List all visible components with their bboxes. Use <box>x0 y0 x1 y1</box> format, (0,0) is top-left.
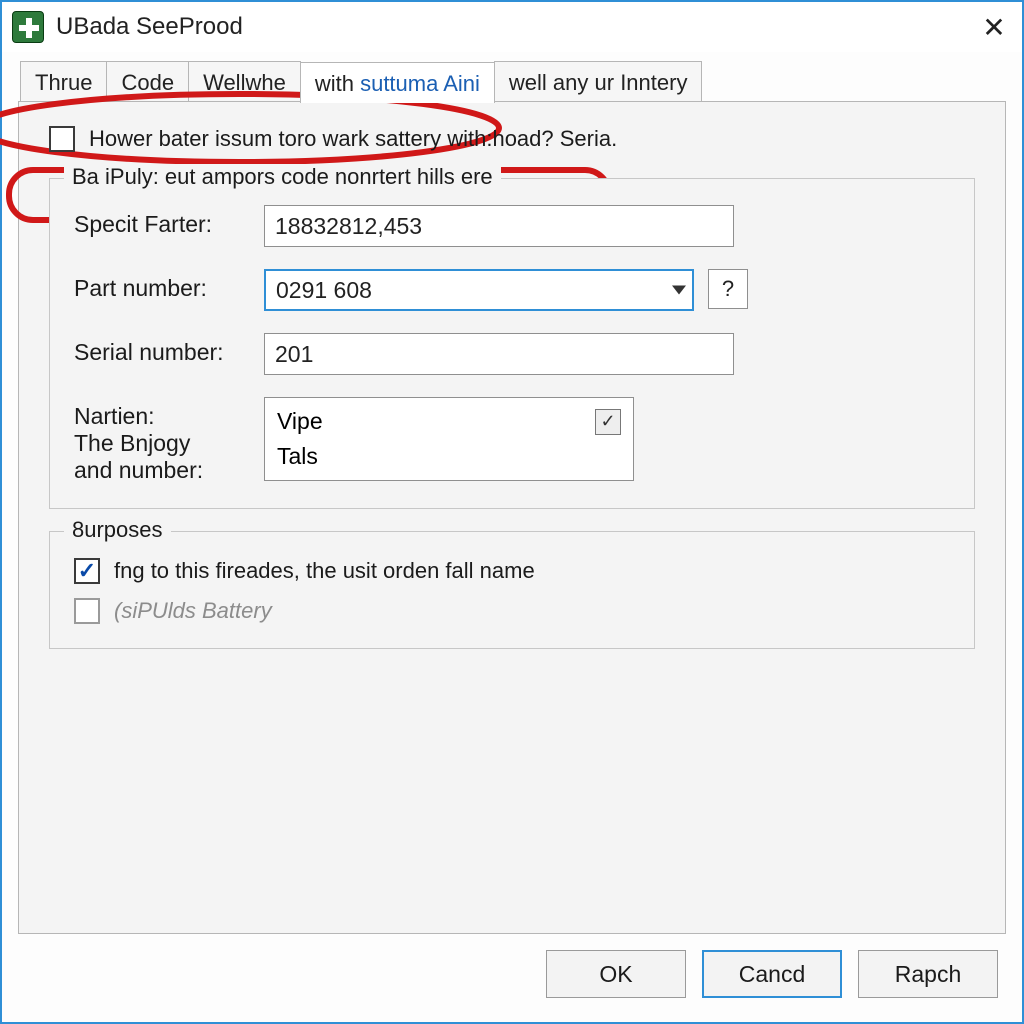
tab-well-any[interactable]: well any ur Inntery <box>494 61 703 102</box>
row-nartien: Nartien: The Bnjogy and number: Vipe Tal… <box>74 397 950 484</box>
serial-number-input[interactable] <box>264 333 734 375</box>
nartien-label: Nartien: The Bnjogy and number: <box>74 397 264 484</box>
nartien-label-line3: and number: <box>74 457 264 484</box>
specit-label: Specit Farter: <box>74 205 264 238</box>
part-number-combo-wrap <box>264 269 694 311</box>
tab-label: Wellwhe <box>203 70 286 95</box>
row-part-number: Part number: ? <box>74 269 950 311</box>
part-number-label: Part number: <box>74 269 264 302</box>
serial-number-label: Serial number: <box>74 333 264 366</box>
group-purposes: 8urposes fng to this fireades, the usit … <box>49 531 975 649</box>
tab-label-highlight: suttuma Aini <box>360 71 480 96</box>
client-area: Thrue Code Wellwhe with suttuma Aini wel… <box>12 58 1012 1012</box>
titlebar: UBada SeeProod ✕ <box>2 2 1022 52</box>
purposes-chk1-row: fng to this fireades, the usit orden fal… <box>74 558 950 584</box>
nartien-label-line1: Nartien: <box>74 403 264 430</box>
purposes-chk1[interactable] <box>74 558 100 584</box>
tab-label-prefix: with <box>315 71 360 96</box>
tab-page: Hower bater issum toro wark sattery with… <box>18 101 1006 934</box>
row-specit: Specit Farter: <box>74 205 950 247</box>
tab-with-suttuma[interactable]: with suttuma Aini <box>300 62 495 103</box>
rapch-button[interactable]: Rapch <box>858 950 998 998</box>
top-checkbox[interactable] <box>49 126 75 152</box>
list-item[interactable]: Vipe <box>275 404 623 439</box>
app-icon <box>12 11 44 43</box>
top-checkbox-label: Hower bater issum toro wark sattery with… <box>89 126 617 152</box>
top-checkbox-row: Hower bater issum toro wark sattery with… <box>49 126 975 152</box>
tab-label: Code <box>121 70 174 95</box>
group-main: Ba iPuly: eut ampors code nonrtert hills… <box>49 178 975 509</box>
group-main-legend: Ba iPuly: eut ampors code nonrtert hills… <box>64 164 501 190</box>
purposes-chk1-label: fng to this fireades, the usit orden fal… <box>114 558 535 584</box>
tab-thrue[interactable]: Thrue <box>20 61 107 102</box>
part-number-combo[interactable] <box>264 269 694 311</box>
list-item-check-icon <box>595 409 621 435</box>
purposes-chk2 <box>74 598 100 624</box>
nartien-listbox[interactable]: Vipe Tals <box>264 397 634 481</box>
list-item[interactable]: Tals <box>275 439 623 474</box>
cancel-button[interactable]: Cancd <box>702 950 842 998</box>
group-purposes-legend: 8urposes <box>64 517 171 543</box>
tab-label: Thrue <box>35 70 92 95</box>
row-serial-number: Serial number: <box>74 333 950 375</box>
part-number-help-button[interactable]: ? <box>708 269 748 309</box>
close-icon[interactable]: ✕ <box>972 8 1016 46</box>
dialog-window: UBada SeeProod ✕ Thrue Code Wellwhe with… <box>0 0 1024 1024</box>
purposes-chk2-row: (siPUlds Battery <box>74 598 950 624</box>
list-item-label: Vipe <box>277 408 323 435</box>
tab-wellwhe[interactable]: Wellwhe <box>188 61 301 102</box>
nartien-label-line2: The Bnjogy <box>74 430 264 457</box>
list-item-label: Tals <box>277 443 318 470</box>
ok-button[interactable]: OK <box>546 950 686 998</box>
purposes-chk2-label: (siPUlds Battery <box>114 598 272 624</box>
window-title: UBada SeeProod <box>56 13 972 41</box>
tabstrip: Thrue Code Wellwhe with suttuma Aini wel… <box>12 58 1012 102</box>
specit-input[interactable] <box>264 205 734 247</box>
button-bar: OK Cancd Rapch <box>546 950 998 998</box>
tab-label: well any ur Inntery <box>509 70 688 95</box>
tab-code[interactable]: Code <box>106 61 189 102</box>
